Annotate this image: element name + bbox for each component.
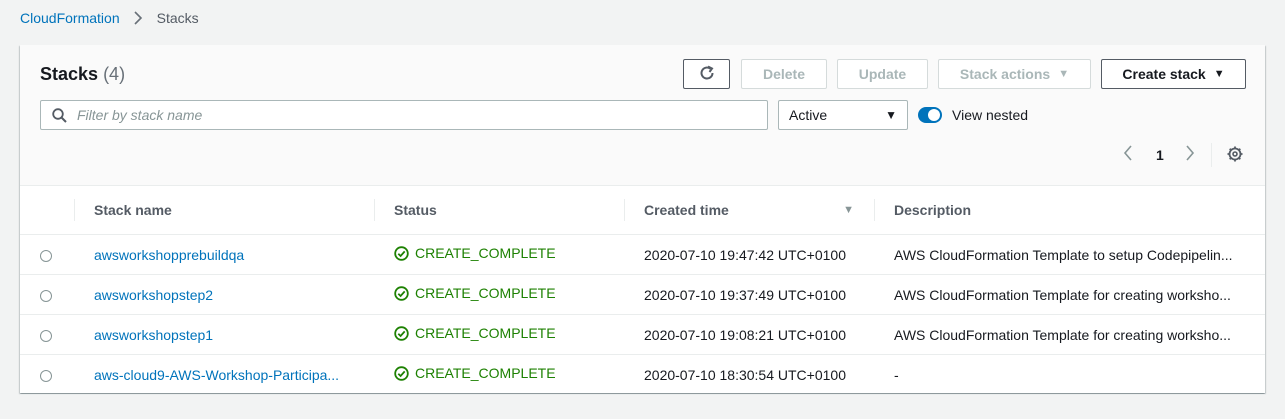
row-select-cell xyxy=(20,314,74,355)
stack-actions-label: Stack actions xyxy=(959,66,1051,82)
check-circle-icon xyxy=(394,286,409,301)
status-text: CREATE_COMPLETE xyxy=(415,325,556,342)
column-label: Stack name xyxy=(94,202,172,218)
stack-actions-button[interactable]: Stack actions ▼ xyxy=(938,59,1091,89)
update-button[interactable]: Update xyxy=(837,59,928,89)
view-nested-toggle[interactable] xyxy=(918,107,942,123)
status-text: CREATE_COMPLETE xyxy=(415,245,556,262)
table-row[interactable]: aws-cloud9-AWS-Workshop-Participa... CRE… xyxy=(20,354,1265,395)
status-badge: CREATE_COMPLETE xyxy=(394,285,556,301)
stacks-panel-header: Stacks (4) Delete Update Stack actions ▼… xyxy=(20,45,1265,186)
check-circle-icon xyxy=(394,326,409,341)
row-radio[interactable] xyxy=(40,289,52,302)
column-header-status[interactable]: Status xyxy=(374,186,624,235)
page-title-text: Stacks xyxy=(40,64,99,84)
pager-divider xyxy=(1211,143,1212,167)
stack-name-cell: awsworkshopstep2 xyxy=(74,274,374,315)
search-box xyxy=(40,100,768,130)
column-label: Description xyxy=(894,202,972,218)
status-badge: CREATE_COMPLETE xyxy=(394,245,556,261)
breadcrumb-cloudformation-link[interactable]: CloudFormation xyxy=(20,10,120,26)
check-circle-icon xyxy=(394,366,409,381)
row-radio[interactable] xyxy=(40,329,52,342)
breadcrumb-current: Stacks xyxy=(156,10,199,26)
status-cell: CREATE_COMPLETE xyxy=(374,354,624,395)
stack-name-cell: awsworkshopstep1 xyxy=(74,314,374,355)
row-radio[interactable] xyxy=(40,369,52,382)
chevron-left-icon xyxy=(1123,145,1132,161)
caret-down-icon: ▼ xyxy=(885,108,897,122)
table-row[interactable]: awsworkshopstep1 CREATE_COMPLETE 2020-07… xyxy=(20,314,1265,355)
view-nested-label: View nested xyxy=(952,107,1029,123)
stack-count: (4) xyxy=(103,64,126,84)
table-header-row: Stack name Status Created time ▼ Descript… xyxy=(20,186,1265,235)
create-stack-button[interactable]: Create stack ▼ xyxy=(1101,59,1246,89)
refresh-icon xyxy=(698,64,716,85)
search-input[interactable] xyxy=(75,106,719,124)
stack-name-cell: aws-cloud9-AWS-Workshop-Participa... xyxy=(74,354,374,395)
status-text: CREATE_COMPLETE xyxy=(415,285,556,302)
status-cell: CREATE_COMPLETE xyxy=(374,314,624,355)
stack-name-cell: awsworkshopprebuildqa xyxy=(74,234,374,275)
column-header-description[interactable]: Description xyxy=(874,186,1265,235)
column-label: Created time xyxy=(644,202,729,218)
created-time-cell: 2020-07-10 19:37:49 UTC+0100 xyxy=(624,274,874,315)
stacks-panel: Stacks (4) Delete Update Stack actions ▼… xyxy=(20,45,1265,395)
description-cell: AWS CloudFormation Template for creating… xyxy=(874,314,1265,355)
search-icon xyxy=(52,107,67,123)
status-text: CREATE_COMPLETE xyxy=(415,365,556,382)
description-cell: AWS CloudFormation Template for creating… xyxy=(874,274,1265,315)
column-header-stack-name[interactable]: Stack name xyxy=(74,186,374,235)
row-select-cell xyxy=(20,354,74,395)
page-title: Stacks (4) xyxy=(40,64,125,85)
column-header-created-time[interactable]: Created time ▼ xyxy=(624,186,874,235)
stack-name-link[interactable]: awsworkshopstep1 xyxy=(94,327,213,343)
column-label: Status xyxy=(394,202,437,218)
row-select-cell xyxy=(20,234,74,275)
table-row[interactable]: awsworkshopstep2 CREATE_COMPLETE 2020-07… xyxy=(20,274,1265,315)
created-time-cell: 2020-07-10 18:30:54 UTC+0100 xyxy=(624,354,874,395)
row-radio[interactable] xyxy=(40,249,52,262)
refresh-button[interactable] xyxy=(683,59,730,89)
description-cell: AWS CloudFormation Template to setup Cod… xyxy=(874,234,1265,275)
next-page-button[interactable] xyxy=(1185,145,1195,164)
sort-descending-icon: ▼ xyxy=(843,204,854,216)
description-cell: - xyxy=(874,354,1265,395)
status-filter-select[interactable]: Active ▼ xyxy=(778,100,908,130)
status-badge: CREATE_COMPLETE xyxy=(394,325,556,341)
caret-down-icon: ▼ xyxy=(1058,68,1070,80)
created-time-cell: 2020-07-10 19:47:42 UTC+0100 xyxy=(624,234,874,275)
stack-name-link[interactable]: aws-cloud9-AWS-Workshop-Participa... xyxy=(94,367,339,383)
status-badge: CREATE_COMPLETE xyxy=(394,365,556,381)
select-column-header xyxy=(20,186,74,235)
chevron-right-icon xyxy=(1186,145,1195,161)
toggle-knob xyxy=(928,109,940,121)
stack-name-link[interactable]: awsworkshopstep2 xyxy=(94,287,213,303)
page-number[interactable]: 1 xyxy=(1156,147,1164,163)
status-cell: CREATE_COMPLETE xyxy=(374,274,624,315)
table-row[interactable]: awsworkshopprebuildqa CREATE_COMPLETE 20… xyxy=(20,234,1265,275)
previous-page-button[interactable] xyxy=(1123,145,1133,164)
create-stack-label: Create stack xyxy=(1122,66,1206,82)
status-cell: CREATE_COMPLETE xyxy=(374,234,624,275)
stacks-table: Stack name Status Created time ▼ Descript… xyxy=(20,186,1265,395)
chevron-right-icon xyxy=(134,11,143,25)
row-select-cell xyxy=(20,274,74,315)
caret-down-icon: ▼ xyxy=(1213,68,1225,80)
check-circle-icon xyxy=(394,246,409,261)
status-filter-value: Active xyxy=(789,107,828,123)
stack-name-link[interactable]: awsworkshopprebuildqa xyxy=(94,247,244,263)
breadcrumb: CloudFormation Stacks xyxy=(20,10,199,26)
delete-button[interactable]: Delete xyxy=(741,59,827,89)
gear-icon[interactable] xyxy=(1226,145,1244,168)
created-time-cell: 2020-07-10 19:08:21 UTC+0100 xyxy=(624,314,874,355)
